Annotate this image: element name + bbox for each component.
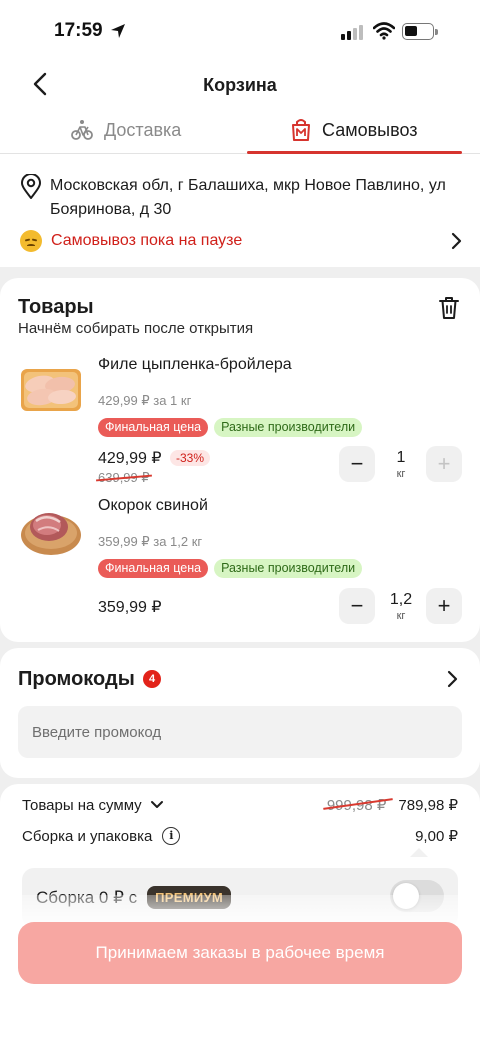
battery-icon: [402, 23, 438, 40]
final-price-badge: Финальная цена: [98, 418, 209, 437]
navigation-bar: Корзина: [0, 66, 480, 106]
promo-count-badge: 4: [143, 670, 161, 688]
location-pin-icon: [21, 174, 41, 199]
decrease-quantity-button[interactable]: −: [339, 588, 375, 624]
chicken-fillet-image: [21, 369, 81, 411]
quantity-display: 1 кг: [381, 449, 421, 480]
promo-card: Промокоды 4: [0, 648, 480, 778]
sad-face-icon: [20, 230, 42, 252]
products-subtitle: Начнём собирать после открытия: [18, 320, 254, 337]
cellular-signal-icon: [341, 25, 363, 40]
delivery-tabs: Доставка Самовывоз: [0, 106, 480, 154]
pickup-address[interactable]: Московская обл, г Балашиха, мкр Новое Па…: [0, 154, 480, 267]
location-arrow-icon: [111, 24, 125, 38]
quantity-unit: кг: [396, 468, 406, 480]
status-bar: 17:59: [0, 0, 480, 66]
chevron-right-icon: [451, 232, 462, 250]
quantity-display: 1,2 кг: [381, 591, 421, 622]
bicycle-icon: [71, 120, 93, 140]
tab-delivery[interactable]: Доставка: [70, 106, 181, 154]
pause-notice-text: Самовывоз пока на паузе: [51, 232, 243, 249]
trash-icon[interactable]: [438, 296, 460, 320]
tooltip-pointer: [410, 848, 428, 857]
increase-quantity-button[interactable]: +: [426, 588, 462, 624]
current-price: 359,99 ₽: [98, 599, 162, 616]
product-name[interactable]: Филе цыпленка-бройлера: [98, 356, 292, 374]
unit-price: 429,99 ₽ за 1 кг: [98, 393, 192, 408]
chevron-down-icon: [150, 801, 163, 808]
cart-item-pork-ham: Окорок свиной 359,99 ₽ за 1,2 кг Финальн…: [0, 497, 480, 637]
goods-old-total: 999,98 ₽: [323, 796, 393, 814]
decrease-quantity-button[interactable]: −: [339, 446, 375, 482]
store-icon: [292, 119, 310, 141]
tab-pickup-label: Самовывоз: [322, 119, 418, 140]
promo-title[interactable]: Промокоды: [18, 668, 135, 691]
top-panel: 17:59 Корзина Доставка Самовывоз Московс…: [0, 0, 480, 267]
final-price-badge: Финальная цена: [98, 559, 209, 578]
promo-code-input[interactable]: [18, 706, 462, 758]
increase-quantity-button[interactable]: +: [426, 446, 462, 482]
product-name[interactable]: Окорок свиной: [98, 497, 208, 515]
badge-group: Финальная цена Разные производители: [98, 559, 363, 578]
goods-total-label: Товары на сумму: [22, 796, 142, 814]
address-text: Московская обл, г Балашиха, мкр Новое Па…: [50, 177, 446, 218]
assembly-label: Сборка и упаковка: [22, 827, 153, 845]
goods-new-total: 789,98 ₽: [398, 797, 458, 814]
checkout-button[interactable]: Принимаем заказы в рабочее время: [18, 922, 462, 984]
current-price: 429,99 ₽: [98, 450, 162, 467]
discount-badge: -33%: [170, 450, 211, 466]
assembly-cost: 9,00 ₽: [415, 828, 458, 845]
various-makers-badge: Разные производители: [214, 559, 363, 578]
various-makers-badge: Разные производители: [214, 418, 363, 437]
unit-price: 359,99 ₽ за 1,2 кг: [98, 534, 203, 549]
pickup-pause-notice[interactable]: Самовывоз пока на паузе: [20, 228, 462, 254]
pork-ham-image: [21, 513, 81, 555]
wifi-icon: [373, 22, 395, 40]
badge-group: Финальная цена Разные производители: [98, 418, 363, 437]
chevron-right-icon[interactable]: [446, 670, 458, 688]
quantity-value: 1: [396, 449, 406, 466]
tab-delivery-label: Доставка: [104, 119, 182, 140]
page-title: Корзина: [203, 75, 277, 95]
quantity-unit: кг: [396, 610, 406, 622]
assembly-row: Сборка и упаковка i 9,00 ₽: [22, 827, 458, 845]
status-time: 17:59: [54, 20, 103, 41]
cart-item-chicken-fillet: Филе цыпленка-бройлера 429,99 ₽ за 1 кг …: [0, 356, 480, 496]
tab-pickup[interactable]: Самовывоз: [290, 106, 418, 154]
products-card: Товары Начнём собирать после открытия Фи…: [0, 278, 480, 642]
products-title: Товары: [18, 296, 94, 318]
quantity-value: 1,2: [389, 591, 413, 608]
goods-total-row[interactable]: Товары на сумму 999,98 ₽ 789,98 ₽: [22, 796, 458, 815]
info-icon[interactable]: i: [162, 827, 181, 845]
